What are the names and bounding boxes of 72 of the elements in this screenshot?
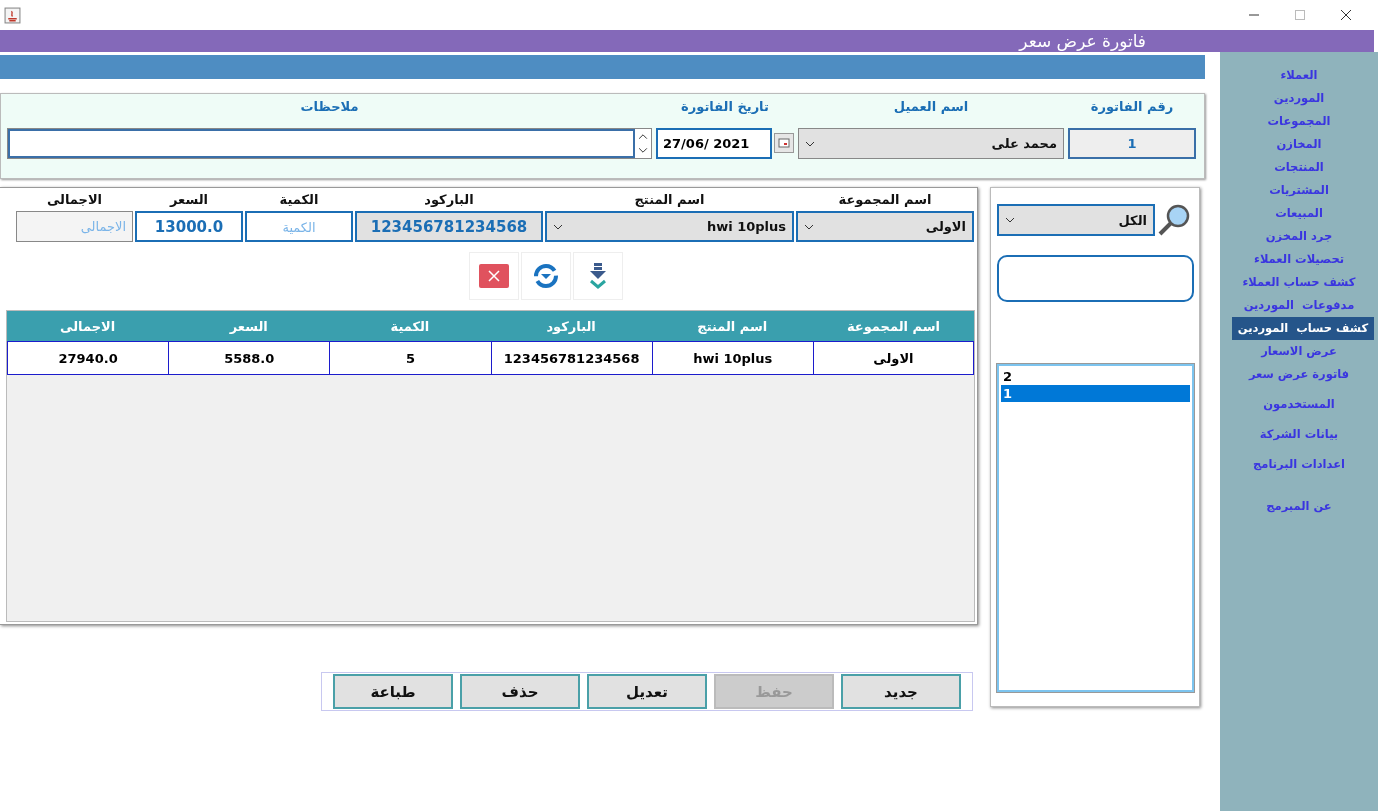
column-header[interactable]: اسم المنتج xyxy=(651,311,813,341)
date-field[interactable]: 27/06/ 2021 xyxy=(656,128,772,159)
close-icon[interactable] xyxy=(1340,9,1352,21)
customer-dropdown[interactable]: محمد على xyxy=(798,128,1064,159)
action-button[interactable]: طباعة xyxy=(333,674,453,709)
input-field[interactable]: الكمية xyxy=(245,211,353,242)
table-cell: 27940.0 xyxy=(7,341,169,375)
input-field[interactable]: 123456781234568 xyxy=(355,211,543,242)
search-icon[interactable] xyxy=(1157,203,1191,237)
action-button[interactable]: حذف xyxy=(460,674,580,709)
field-label: رقم الفاتورة xyxy=(1090,99,1174,115)
caret-icon[interactable] xyxy=(1005,217,1015,223)
refresh-icon xyxy=(531,262,560,290)
invoice-number-field[interactable]: 1 xyxy=(1068,128,1196,159)
sidebar-item[interactable]: العملاء xyxy=(1277,64,1321,87)
search-field[interactable] xyxy=(997,255,1194,302)
caret-icon[interactable] xyxy=(804,223,814,230)
list-item[interactable]: 1 xyxy=(1001,385,1190,402)
field-label: الاجمالى xyxy=(46,192,103,208)
sidebar-item[interactable]: المنتجات xyxy=(1271,156,1327,179)
dropdown[interactable]: hwi 10plus xyxy=(545,211,794,242)
sidebar-item[interactable]: المشتريات xyxy=(1266,179,1332,202)
dropdown[interactable]: الاولى xyxy=(796,211,974,242)
field-label: اسم العميل xyxy=(893,99,969,115)
sidebar-item[interactable]: عرض الاسعار xyxy=(1258,340,1340,363)
sidebar-item[interactable]: كشف حساب العملاء xyxy=(1239,271,1359,294)
input-field[interactable]: الاجمالى xyxy=(16,211,133,242)
calendar-icon[interactable] xyxy=(774,133,794,153)
field-label: السعر xyxy=(170,192,208,208)
action-button[interactable]: تعديل xyxy=(587,674,707,709)
sidebar-item[interactable]: المبيعات xyxy=(1272,202,1326,225)
field-label: ملاحظات xyxy=(300,99,359,115)
field-label: الكمية xyxy=(279,192,319,208)
sidebar-item[interactable]: المستخدمون xyxy=(1260,393,1338,416)
column-header[interactable]: الاجمالى xyxy=(7,311,169,341)
notes-field[interactable] xyxy=(8,129,635,158)
table-cell: الاولى xyxy=(812,341,974,375)
column-header[interactable]: الباركود xyxy=(490,311,652,341)
table-cell: 5588.0 xyxy=(168,341,330,375)
sidebar-item[interactable]: كشف حساب الموردين xyxy=(1232,317,1374,340)
field-label: تاريخ الفاتورة xyxy=(681,99,769,115)
column-header[interactable]: اسم المجموعة xyxy=(812,311,974,341)
column-header[interactable]: الكمية xyxy=(329,311,491,341)
sidebar-item[interactable]: المجموعات xyxy=(1264,110,1334,133)
caret-icon[interactable] xyxy=(553,223,563,230)
table-cell: 123456781234568 xyxy=(490,341,652,375)
table-cell: 5 xyxy=(329,341,491,375)
input-field[interactable]: 13000.0 xyxy=(135,211,243,242)
sidebar-item[interactable]: تحصيلات العملاء xyxy=(1251,248,1347,271)
add-item-button[interactable] xyxy=(572,252,623,300)
sidebar-item[interactable]: بيانات الشركة xyxy=(1256,423,1342,446)
action-button[interactable]: جديد xyxy=(841,674,961,709)
sidebar-item[interactable]: جرد المخزن xyxy=(1262,225,1336,248)
sidebar-item[interactable]: عن المبرمج xyxy=(1263,495,1335,518)
field-label: اسم المنتج xyxy=(634,192,705,208)
refresh-button[interactable] xyxy=(520,252,571,300)
field-label: اسم المجموعة xyxy=(838,192,932,208)
sidebar-item[interactable]: فاتورة عرض سعر xyxy=(1245,363,1353,386)
form-title: فاتورة عرض سعر xyxy=(1019,30,1147,52)
table-cell: hwi 10plus xyxy=(651,341,813,375)
filter-dropdown[interactable]: الكل xyxy=(997,204,1155,236)
sidebar-item[interactable]: المخازن xyxy=(1273,133,1325,156)
column-header[interactable]: السعر xyxy=(168,311,330,341)
field-label: الباركود xyxy=(424,192,474,208)
caret-icon[interactable] xyxy=(805,140,815,147)
list-item[interactable]: 2 xyxy=(1001,368,1190,385)
close-icon xyxy=(478,264,509,288)
sidebar-item[interactable]: اعدادات البرنامج xyxy=(1250,453,1348,476)
sidebar-item[interactable]: مدفوعات الموردين xyxy=(1240,294,1358,317)
sidebar-item[interactable]: الموردين xyxy=(1270,87,1328,110)
app-icon xyxy=(4,6,21,24)
delete-item-button[interactable] xyxy=(468,252,519,300)
